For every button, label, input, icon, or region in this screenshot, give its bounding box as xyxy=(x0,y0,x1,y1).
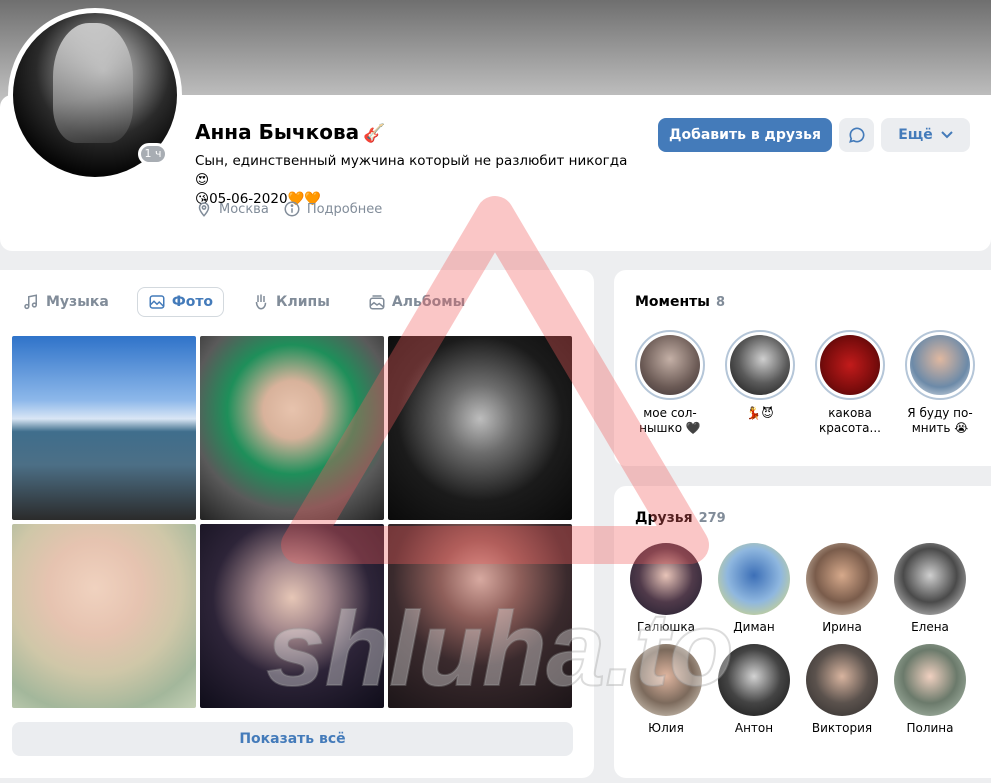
albums-icon xyxy=(369,295,385,310)
tab-clips[interactable]: Клипы xyxy=(242,287,340,317)
clips-icon xyxy=(255,294,267,310)
moment-label: 💃😈 xyxy=(746,406,774,420)
friend-avatar xyxy=(718,543,790,615)
tab-albums[interactable]: Альбомы xyxy=(358,287,475,317)
moment-ring xyxy=(905,330,975,400)
moment-label: Я буду по-мнить 😭 xyxy=(907,406,973,435)
moment-ring xyxy=(635,330,705,400)
profile-name-text: Анна Бычкова xyxy=(195,120,360,144)
friend-item[interactable]: Диман xyxy=(718,543,790,636)
moment-preview xyxy=(730,335,790,395)
photo-thumbnail[interactable] xyxy=(12,336,196,520)
friend-item[interactable]: Елена xyxy=(894,543,966,636)
status-emoji-love: 😍 xyxy=(195,172,210,188)
friends-title: Друзья xyxy=(635,510,693,526)
tab-photo[interactable]: Фото xyxy=(136,287,225,317)
friend-item[interactable]: Юлия xyxy=(630,644,702,737)
friend-name: Антон xyxy=(734,721,774,735)
friend-avatar xyxy=(806,644,878,716)
tab-albums-label: Альбомы xyxy=(391,294,466,310)
tab-photo-label: Фото xyxy=(171,294,214,310)
status-text: Сын, единственный мужчина который не раз… xyxy=(195,153,628,169)
friend-avatar xyxy=(630,644,702,716)
photo-thumbnail[interactable] xyxy=(200,336,384,520)
moments-count: 8 xyxy=(715,295,725,310)
friend-name: Диман xyxy=(733,620,775,634)
friends-header[interactable]: Друзья 279 xyxy=(635,507,726,526)
profile-name: Анна Бычкова 🎸 xyxy=(195,120,386,144)
friends-grid: Галюшка Диман Ирина Елена Юлия Антон Вик… xyxy=(630,543,966,737)
photo-thumbnail[interactable] xyxy=(388,524,572,708)
online-status-badge: 1 ч xyxy=(138,143,168,165)
moment-label: какова красота... xyxy=(819,406,881,435)
friend-name: Галюшка xyxy=(636,620,696,634)
friends-count: 279 xyxy=(698,511,726,526)
moment-item[interactable]: 💃😈 xyxy=(725,330,795,436)
moment-item[interactable]: какова красота... xyxy=(815,330,885,436)
moment-label: мое сол-нышко 🖤 xyxy=(639,406,701,435)
tab-music-label: Музыка xyxy=(46,294,109,310)
photo-thumbnail[interactable] xyxy=(388,336,572,520)
moments-header[interactable]: Моменты 8 xyxy=(635,291,725,310)
photo-grid xyxy=(12,336,572,708)
friend-item[interactable]: Виктория xyxy=(806,644,878,737)
friend-avatar xyxy=(894,543,966,615)
more-label: Ещё xyxy=(898,127,933,143)
friend-item[interactable]: Галюшка xyxy=(630,543,702,636)
friend-name: Елена xyxy=(911,620,949,634)
profile-meta: Москва Подробнее xyxy=(195,200,382,218)
moments-list: мое сол-нышко 🖤 💃😈 какова красота... Я б… xyxy=(635,330,975,436)
avatar-photo xyxy=(53,23,133,143)
friend-avatar xyxy=(806,543,878,615)
info-icon xyxy=(284,201,300,217)
moment-ring xyxy=(725,330,795,400)
friend-avatar xyxy=(630,543,702,615)
moment-preview xyxy=(910,335,970,395)
moment-preview xyxy=(640,335,700,395)
friend-avatar xyxy=(718,644,790,716)
details-link[interactable]: Подробнее xyxy=(283,200,382,218)
friend-name: Виктория xyxy=(811,721,873,735)
tab-music[interactable]: Музыка xyxy=(22,287,119,317)
message-button[interactable] xyxy=(839,118,874,152)
city-info: Москва xyxy=(195,200,269,218)
friend-name: Юлия xyxy=(648,721,684,735)
show-all-button[interactable]: Показать всё xyxy=(12,722,573,756)
city-label: Москва xyxy=(219,201,269,217)
friend-avatar xyxy=(894,644,966,716)
chevron-down-icon xyxy=(941,131,953,139)
add-friend-button[interactable]: Добавить в друзья xyxy=(658,118,832,152)
moment-preview xyxy=(820,335,880,395)
photo-thumbnail[interactable] xyxy=(12,524,196,708)
details-label: Подробнее xyxy=(306,201,383,217)
location-pin-icon xyxy=(198,202,210,217)
photo-icon xyxy=(149,295,165,309)
friend-item[interactable]: Полина xyxy=(894,644,966,737)
friend-item[interactable]: Антон xyxy=(718,644,790,737)
chat-bubble-icon xyxy=(848,127,864,143)
friend-name: Полина xyxy=(906,721,954,735)
moment-item[interactable]: Я буду по-мнить 😭 xyxy=(905,330,975,436)
tab-clips-label: Клипы xyxy=(276,294,330,310)
media-tabs: Музыка Фото Клипы Альбомы xyxy=(22,287,475,317)
more-button[interactable]: Ещё xyxy=(881,118,970,152)
moment-ring xyxy=(815,330,885,400)
photo-thumbnail[interactable] xyxy=(200,524,384,708)
guitar-emoji: 🎸 xyxy=(363,123,386,144)
friend-item[interactable]: Ирина xyxy=(806,543,878,636)
moment-item[interactable]: мое сол-нышко 🖤 xyxy=(635,330,705,436)
music-note-icon xyxy=(24,294,37,310)
moments-title: Моменты xyxy=(635,294,710,310)
friend-name: Ирина xyxy=(822,620,862,634)
